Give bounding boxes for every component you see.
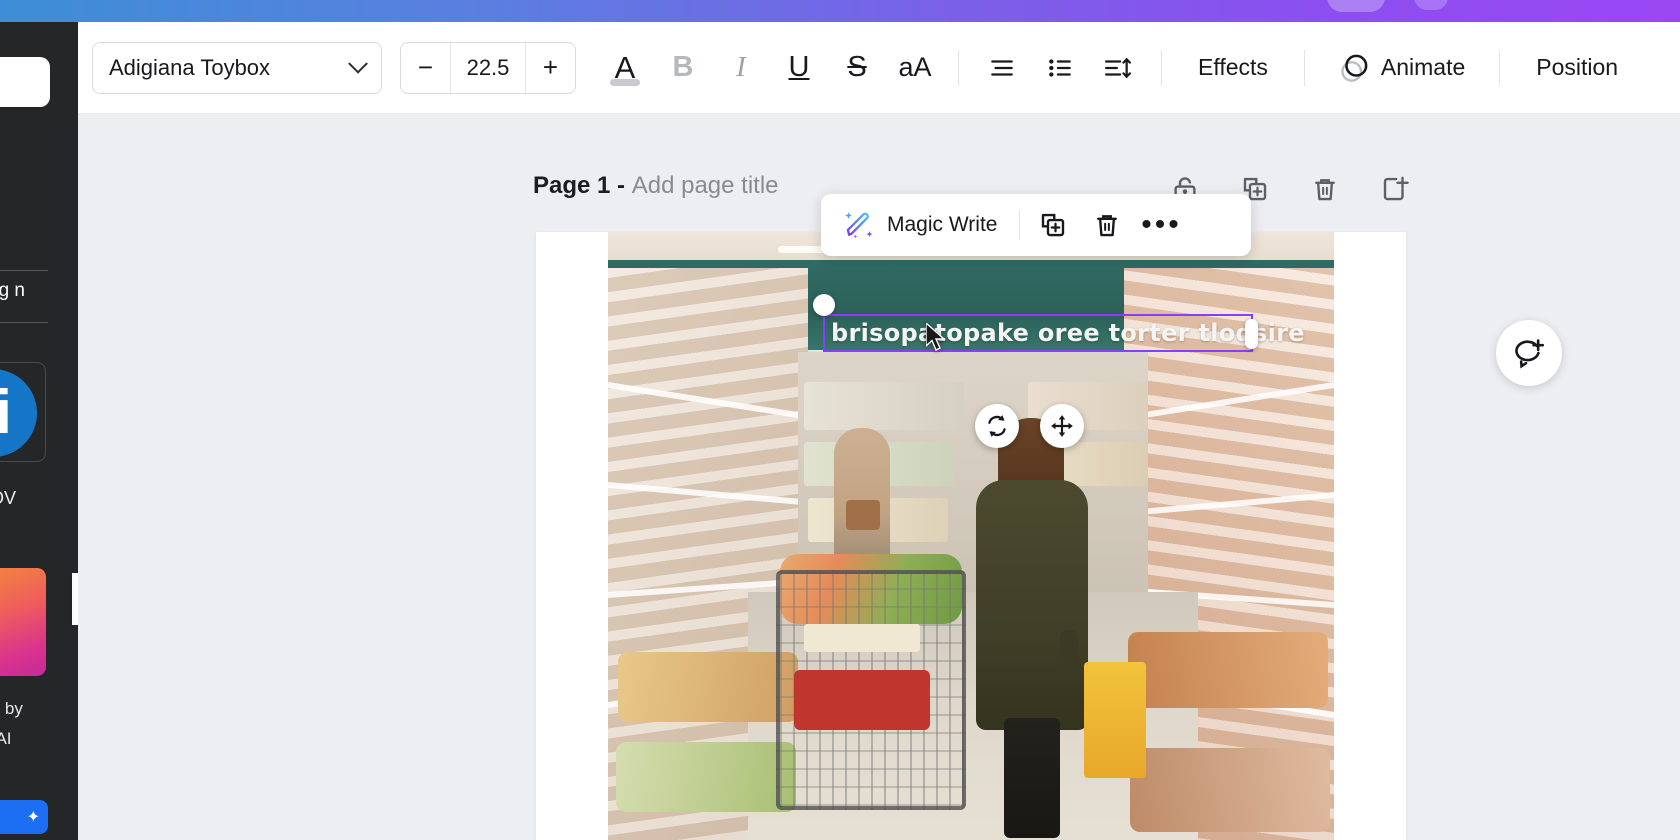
bold-icon: B [672, 51, 694, 83]
toolbar-divider-3 [1303, 49, 1305, 86]
italic-button[interactable]: I [712, 37, 770, 99]
animate-button[interactable]: Animate [1319, 53, 1485, 83]
add-page-icon [1383, 176, 1409, 201]
add-comment-icon [1515, 339, 1545, 369]
font-family-value: Adigiana Toybox [109, 54, 271, 80]
sidebar-divider-top [0, 270, 48, 271]
more-options-button[interactable]: ••• [1134, 201, 1188, 249]
animate-label: Animate [1380, 54, 1466, 80]
sidebar-text-fragment-3: rs by oAI [0, 699, 23, 748]
magic-write-button[interactable]: Magic Write [827, 201, 1013, 249]
selected-text-value[interactable]: brisopatopake oree torter tlodsire [831, 319, 1305, 347]
left-sidebar: ng n Ai OV ro rs by oAI ✦ [0, 22, 78, 840]
duplicate-icon [1042, 213, 1065, 237]
letter-case-button[interactable]: aA [886, 37, 944, 99]
italic-icon: I [736, 51, 746, 83]
strikethrough-icon: S [847, 51, 867, 83]
page-title-row[interactable]: Page 1 - Add page title [533, 172, 779, 200]
rotate-handle-button[interactable] [975, 404, 1019, 448]
sparkle-icon: ✦ [26, 809, 40, 826]
top-strip-pill-1 [1327, 0, 1385, 12]
bold-button[interactable]: B [654, 37, 712, 99]
line-spacing-button[interactable] [1089, 37, 1147, 99]
font-color-button[interactable]: A [596, 37, 654, 99]
sidebar-bottom-action-button[interactable]: ✦ [0, 800, 48, 834]
underline-button[interactable]: U [770, 37, 828, 99]
add-comment-button[interactable] [1496, 320, 1562, 386]
resize-handle-top-left[interactable] [813, 294, 835, 316]
page-number-label: Page 1 - [533, 172, 632, 199]
sidebar-text-fragment-1: ng n [0, 280, 25, 301]
font-size-stepper[interactable]: − 22.5 + [400, 41, 576, 94]
duplicate-element-button[interactable] [1026, 201, 1080, 249]
top-gradient-strip [0, 0, 1680, 22]
font-size-increase-button[interactable]: + [526, 43, 575, 93]
selected-text-element[interactable]: brisopatopake oree torter tlodsire [813, 294, 1305, 352]
text-toolbar: Adigiana Toybox − 22.5 + A B I U S aA Ef… [78, 22, 1680, 113]
sidebar-app-tile-ai[interactable]: Ai [0, 362, 46, 462]
main-area: Adigiana Toybox − 22.5 + A B I U S aA Ef… [78, 22, 1680, 840]
sidebar-text-fragment-2: OV [0, 488, 17, 508]
toolbar-divider-2 [1161, 49, 1162, 86]
sidebar-tile-ai-label: Ai [0, 377, 12, 448]
magic-write-icon [845, 212, 873, 239]
magic-write-label: Magic Write [887, 213, 998, 236]
more-options-icon: ••• [1141, 208, 1182, 241]
text-align-icon [991, 59, 1013, 76]
text-align-button[interactable] [973, 37, 1031, 99]
font-size-decrease-button[interactable]: − [401, 43, 450, 93]
underline-icon: U [788, 51, 810, 83]
magic-bar-divider [1019, 210, 1021, 240]
delete-page-button[interactable] [1308, 172, 1342, 206]
bullet-list-button[interactable] [1031, 37, 1089, 99]
move-icon [1051, 415, 1073, 437]
resize-handle-right[interactable] [1245, 319, 1258, 349]
element-context-toolbar: Magic Write ••• [821, 194, 1251, 256]
sidebar-app-tile-pro[interactable]: ro [0, 568, 46, 676]
animate-circle-icon [1341, 54, 1368, 82]
add-page-button[interactable] [1378, 172, 1412, 206]
delete-icon [1097, 215, 1118, 237]
font-size-input[interactable]: 22.5 [450, 42, 526, 93]
page-title-placeholder[interactable]: Add page title [632, 172, 779, 199]
toolbar-divider-4 [1499, 49, 1501, 86]
toolbar-divider-1 [958, 49, 959, 86]
delete-page-icon [1315, 179, 1335, 201]
effects-button[interactable]: Effects [1176, 54, 1290, 81]
app-root: ng n Ai OV ro rs by oAI ✦ ❮ Adigiana Toy… [0, 0, 1680, 840]
line-spacing-icon [1105, 57, 1131, 78]
bullet-list-icon [1049, 58, 1071, 77]
font-color-swatch [610, 78, 640, 86]
top-strip-pill-2 [1414, 0, 1448, 10]
rotate-icon [988, 415, 1006, 437]
sidebar-search-input[interactable] [0, 57, 50, 107]
position-button[interactable]: Position [1514, 54, 1640, 81]
font-family-select[interactable]: Adigiana Toybox [92, 41, 382, 94]
delete-element-button[interactable] [1080, 201, 1134, 249]
sidebar-divider-bottom [0, 322, 48, 323]
letter-case-icon: aA [898, 52, 932, 82]
move-handle-button[interactable] [1040, 404, 1084, 448]
chevron-down-icon [348, 53, 368, 74]
strikethrough-button[interactable]: S [828, 37, 886, 99]
